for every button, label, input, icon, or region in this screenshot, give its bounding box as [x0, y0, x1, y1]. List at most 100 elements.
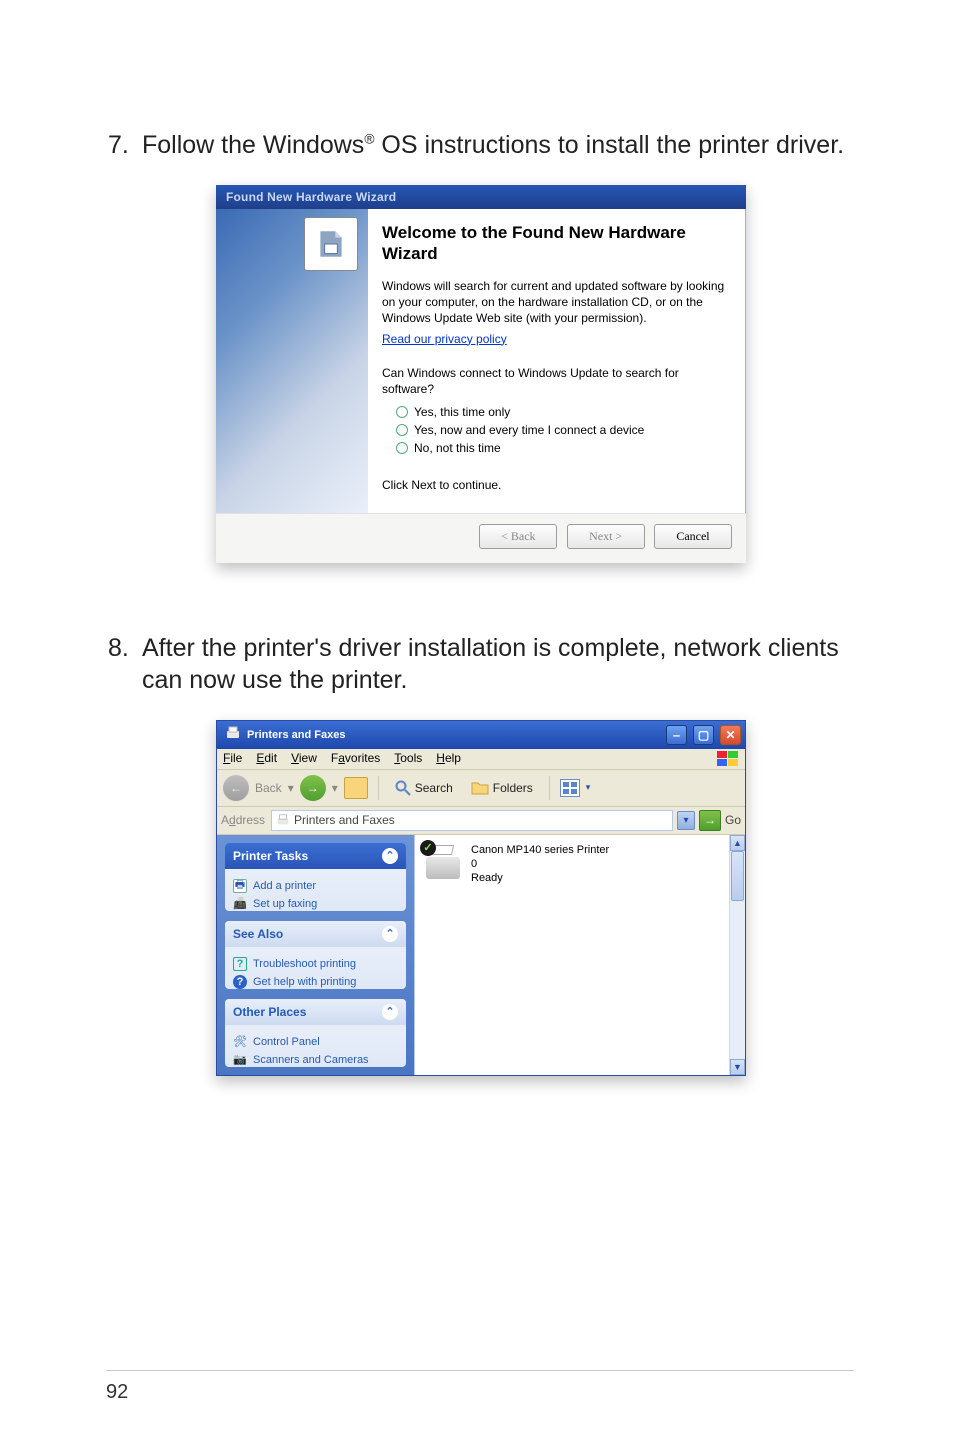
radio-icon — [396, 424, 408, 436]
chevron-up-icon: ⌃ — [382, 1004, 398, 1020]
see-also-header[interactable]: See Also ⌃ — [225, 921, 406, 947]
printer-item[interactable]: ✓ Canon MP140 series Printer 0 Ready — [423, 843, 737, 886]
pf-title: Printers and Faxes — [247, 729, 345, 741]
wizard-intro: Windows will search for current and upda… — [382, 278, 728, 327]
toolbar: ← Back ▾ → ▾ Search Folders ▾ — [217, 770, 745, 807]
add-printer-label: Add a printer — [253, 880, 316, 892]
search-label: Search — [415, 781, 453, 795]
step-8-number: 8. — [108, 633, 142, 696]
printers-icon — [276, 813, 290, 827]
step-7-text-before: Follow the Windows — [142, 131, 364, 159]
radio-no[interactable]: No, not this time — [396, 441, 728, 455]
close-button[interactable]: ✕ — [720, 725, 741, 745]
gethelp-label: Get help with printing — [253, 976, 356, 988]
menu-favorites[interactable]: Favorites — [331, 751, 380, 767]
up-folder-button[interactable] — [344, 777, 368, 799]
printer-queue: 0 — [471, 857, 609, 871]
forward-nav-button[interactable]: → — [300, 775, 326, 801]
menu-help-accel: H — [436, 751, 445, 765]
scroll-up-icon[interactable]: ▲ — [730, 835, 745, 851]
radio-yes-this-time[interactable]: Yes, this time only — [396, 405, 728, 419]
address-label: Address — [221, 813, 265, 827]
folders-icon — [471, 780, 489, 795]
next-button[interactable]: Next > — [567, 524, 645, 549]
views-button[interactable] — [560, 779, 580, 797]
step-8: 8. After the printer's driver installati… — [108, 633, 854, 696]
printer-ready-icon: ✓ — [423, 843, 463, 883]
scanner-icon: 📷 — [233, 1053, 247, 1067]
views-dropdown-icon[interactable]: ▾ — [586, 782, 591, 793]
search-icon — [395, 780, 411, 796]
control-panel-link[interactable]: 🛠 Control Panel — [233, 1035, 398, 1049]
go-button[interactable]: → — [699, 810, 721, 831]
wizard-continue-text: Click Next to continue. — [382, 477, 728, 493]
forward-dropdown-icon[interactable]: ▾ — [332, 781, 338, 795]
printers-icon — [225, 725, 241, 744]
radio-label: Yes, this time only — [414, 405, 510, 419]
side-panel: Printer Tasks ⌃ 🖶 Add a printer 📠 Set up… — [217, 835, 415, 1075]
radio-yes-every-time[interactable]: Yes, now and every time I connect a devi… — [396, 423, 728, 437]
menu-tools-rest: ools — [400, 751, 422, 765]
privacy-policy-link[interactable]: Read our privacy policy — [382, 332, 507, 346]
back-button[interactable]: < Back — [479, 524, 557, 549]
other-places-panel: Other Places ⌃ 🛠 Control Panel 📷 Scanner… — [225, 999, 406, 1067]
menu-fav-accel: a — [338, 751, 345, 765]
back-nav-button[interactable]: ← — [223, 775, 249, 801]
scroll-down-icon[interactable]: ▼ — [730, 1059, 745, 1075]
control-panel-icon: 🛠 — [233, 1035, 247, 1049]
toolbar-separator — [378, 776, 379, 800]
menu-help[interactable]: Help — [436, 751, 461, 767]
radio-icon — [396, 406, 408, 418]
pf-titlebar: Printers and Faxes ‒ ▢ ✕ — [217, 721, 745, 749]
menu-edit[interactable]: Edit — [256, 751, 277, 767]
see-also-panel: See Also ⌃ ? Troubleshoot printing ? Get… — [225, 921, 406, 989]
page-number: 92 — [106, 1381, 854, 1404]
printer-tasks-header[interactable]: Printer Tasks ⌃ — [225, 843, 406, 869]
menu-view[interactable]: View — [291, 751, 317, 767]
maximize-button[interactable]: ▢ — [693, 725, 714, 745]
chevron-up-icon: ⌃ — [382, 926, 398, 942]
wizard-question: Can Windows connect to Windows Update to… — [382, 365, 728, 397]
back-label: Back — [255, 781, 282, 795]
minimize-button[interactable]: ‒ — [666, 725, 687, 745]
address-input[interactable]: Printers and Faxes — [271, 810, 673, 831]
add-a-printer-link[interactable]: 🖶 Add a printer — [233, 879, 398, 893]
get-help-printing-link[interactable]: ? Get help with printing — [233, 975, 398, 989]
other-places-header[interactable]: Other Places ⌃ — [225, 999, 406, 1025]
troubleshoot-printing-link[interactable]: ? Troubleshoot printing — [233, 957, 398, 971]
step-7: 7. Follow the Windows® OS instructions t… — [108, 130, 854, 161]
menu-bar: File Edit View Favorites Tools Help — [217, 749, 745, 770]
address-text: Printers and Faxes — [294, 813, 395, 827]
printers-and-faxes-window: Printers and Faxes ‒ ▢ ✕ File Edit View … — [216, 720, 746, 1076]
back-dropdown-icon[interactable]: ▾ — [288, 781, 294, 795]
help-icon: ? — [233, 975, 247, 989]
other-places-title: Other Places — [233, 1005, 306, 1019]
address-dropdown-icon[interactable]: ▾ — [677, 811, 695, 830]
scroll-thumb[interactable] — [731, 851, 744, 901]
toolbar-separator — [549, 776, 550, 800]
windows-flag-icon — [717, 751, 739, 767]
step-8-text: After the printer's driver installation … — [142, 633, 854, 696]
set-up-faxing-link[interactable]: 📠 Set up faxing — [233, 897, 398, 911]
menu-tools[interactable]: Tools — [394, 751, 422, 767]
menu-view-rest: iew — [299, 751, 317, 765]
radio-label: No, not this time — [414, 441, 501, 455]
scanners-cameras-link[interactable]: 📷 Scanners and Cameras — [233, 1053, 398, 1067]
fax-label: Set up faxing — [253, 898, 317, 910]
wizard-sidebar-graphic — [216, 209, 368, 513]
menu-file[interactable]: File — [223, 751, 242, 767]
hardware-icon — [304, 217, 358, 271]
search-button[interactable]: Search — [389, 778, 459, 798]
printers-list-area: ✓ Canon MP140 series Printer 0 Ready ▲ ▼ — [415, 835, 745, 1075]
menu-help-rest: elp — [445, 751, 461, 765]
menu-fav-rest: vorites — [345, 751, 380, 765]
vertical-scrollbar[interactable]: ▲ ▼ — [729, 835, 745, 1075]
printer-name: Canon MP140 series Printer — [471, 843, 609, 857]
cancel-button[interactable]: Cancel — [654, 524, 732, 549]
folders-button[interactable]: Folders — [465, 778, 539, 797]
go-label: Go — [725, 813, 741, 827]
question-icon: ? — [233, 957, 247, 971]
address-bar: Address Printers and Faxes ▾ → Go — [217, 807, 745, 835]
step-7-text-after: OS instructions to install the printer d… — [374, 131, 844, 159]
registered-mark: ® — [364, 132, 374, 147]
